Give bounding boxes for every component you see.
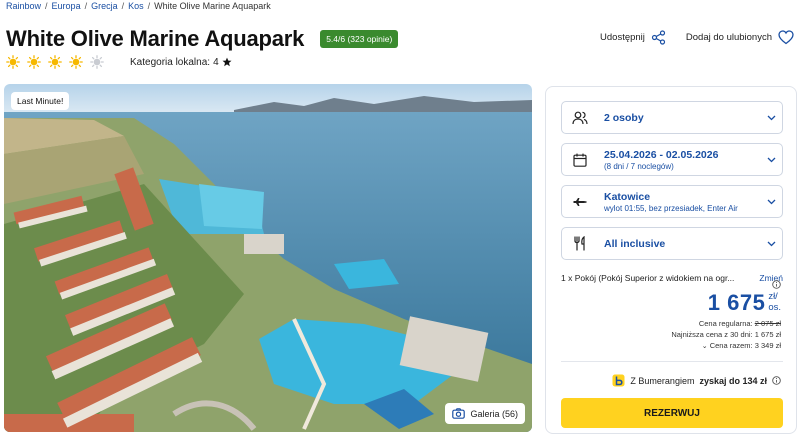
divider (561, 361, 783, 362)
plane-icon (571, 195, 589, 209)
lowest-price-30-days: Najniższa cena z 30 dni: 1 675 zł (671, 330, 781, 339)
breadcrumb-link-kos[interactable]: Kos (128, 1, 144, 11)
total-price-row[interactable]: ⌄ Cena razem: 3 349 zł (671, 340, 781, 352)
board-value: All inclusive (604, 237, 666, 250)
breadcrumb-separator: / (84, 1, 88, 11)
total-price: Cena razem: 3 349 zł (709, 341, 781, 350)
sun-icon (27, 55, 41, 69)
dates-select[interactable]: 25.04.2026 - 02.05.2026 (8 dni / 7 nocle… (561, 143, 783, 176)
bumerang-amount: zyskaj do 134 zł (699, 375, 767, 386)
chevron-down-small-icon: ⌄ (701, 343, 708, 350)
room-selection: 1 x Pokój (Pokój Superior z widokiem na … (561, 273, 783, 283)
board-select[interactable]: All inclusive (561, 227, 783, 260)
local-category-value: 4 (213, 56, 219, 68)
bumerang-bonus: Z Bumerangiem zyskaj do 134 zł (612, 374, 781, 387)
dates-duration: (8 dni / 7 noclegów) (604, 161, 674, 171)
departure-select[interactable]: Katowice wylot 01:55, bez przesiadek, En… (561, 185, 783, 218)
sun-empty-icon (90, 55, 104, 69)
star-icon (222, 57, 232, 67)
dates-value: 25.04.2026 - 02.05.2026 (604, 148, 719, 161)
info-icon[interactable] (772, 280, 781, 289)
heart-icon (778, 30, 794, 45)
share-icon (651, 30, 666, 45)
breadcrumb-link-rainbow[interactable]: Rainbow (6, 1, 41, 11)
add-favorite-button[interactable]: Dodaj do ulubionych (686, 30, 794, 45)
breadcrumb: Rainbow / Europa / Grecja / Kos / White … (6, 0, 271, 12)
bumerang-prefix: Z Bumerangiem (630, 375, 695, 386)
sun-icon (48, 55, 62, 69)
price-amount: 1 675 (707, 290, 766, 315)
info-icon[interactable] (772, 376, 781, 385)
gallery-button[interactable]: Galeria (56) (445, 403, 525, 424)
reserve-button[interactable]: REZERWUJ (561, 398, 783, 428)
breadcrumb-separator: / (45, 1, 48, 11)
breadcrumb-separator: / (147, 1, 151, 11)
rating-badge[interactable]: 5.4/6 (323 opinie) (320, 30, 399, 48)
regular-price-value: 2 075 zł (754, 319, 781, 328)
breadcrumb-current: White Olive Marine Aquapark (154, 1, 271, 11)
persons-select[interactable]: 2 osoby (561, 101, 783, 134)
persons-icon (571, 111, 589, 125)
persons-value: 2 osoby (604, 111, 644, 124)
price-unit-currency: zł/ (768, 291, 778, 302)
hotel-aerial-image (4, 84, 532, 432)
hotel-rating-row: Kategoria lokalna: 4 (6, 55, 232, 69)
chevron-down-icon (760, 115, 782, 121)
calendar-icon (571, 153, 589, 167)
price-unit-person: os. (768, 302, 781, 313)
last-minute-badge: Last Minute! (11, 92, 70, 110)
breadcrumb-link-europa[interactable]: Europa (52, 1, 81, 11)
sun-rating (6, 55, 104, 69)
price-per-person: 1 675 zł/os. (671, 290, 781, 316)
cutlery-icon (571, 236, 589, 251)
page-title: White Olive Marine Aquapark (6, 26, 305, 51)
regular-price-label: Cena regularna: (698, 319, 753, 328)
chevron-down-icon (760, 157, 782, 163)
share-button[interactable]: Udostępnij (600, 30, 666, 45)
flight-details: wylot 01:55, bez przesiadek, Enter Air (604, 203, 738, 213)
camera-icon (452, 408, 466, 419)
hotel-actions: Udostępnij Dodaj do ulubionych (600, 30, 794, 45)
sun-icon (6, 55, 20, 69)
favorite-label: Dodaj do ulubionych (685, 32, 772, 43)
room-description: 1 x Pokój (Pokój Superior z widokiem na … (561, 273, 735, 283)
gallery-label: Galeria (56) (470, 408, 518, 419)
chevron-down-icon (760, 199, 782, 205)
bumerang-logo-icon (612, 374, 625, 387)
price-details: Cena regularna: 2 075 zł Najniższa cena … (671, 318, 781, 352)
breadcrumb-link-grecja[interactable]: Grecja (91, 1, 118, 11)
local-category: Kategoria lokalna: 4 (130, 57, 232, 68)
hotel-photo[interactable]: Last Minute! Galeria (56) (4, 84, 532, 432)
price-unit: zł/os. (768, 291, 781, 316)
sun-icon (69, 55, 83, 69)
share-label: Udostępnij (600, 32, 645, 43)
breadcrumb-separator: / (121, 1, 125, 11)
departure-city: Katowice (604, 190, 651, 203)
local-category-label: Kategoria lokalna: (130, 56, 211, 68)
title-row: White Olive Marine Aquapark 5.4/6 (323 o… (6, 26, 399, 52)
price-block: 1 675 zł/os. Cena regularna: 2 075 zł Na… (671, 280, 781, 352)
booking-panel: 2 osoby 25.04.2026 - 02.05.2026 (8 dni /… (545, 86, 797, 434)
chevron-down-icon (760, 241, 782, 247)
